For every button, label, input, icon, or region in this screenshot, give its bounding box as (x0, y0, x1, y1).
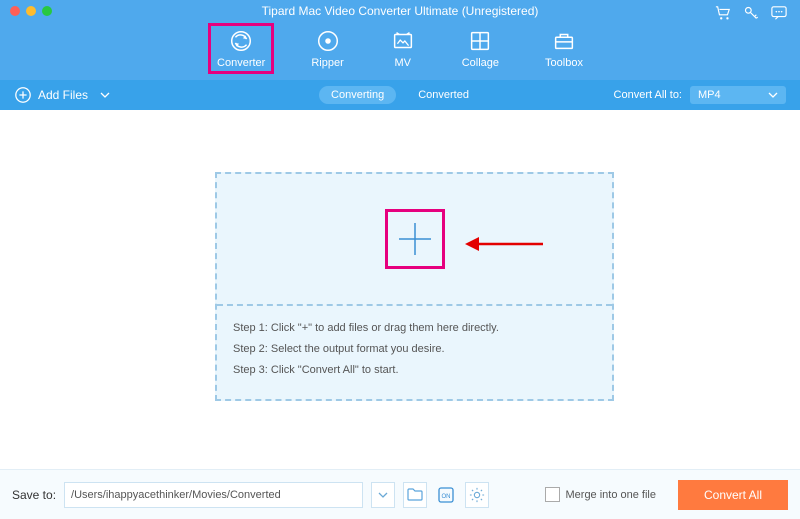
app-header: Tipard Mac Video Converter Ultimate (Unr… (0, 0, 800, 80)
merge-option[interactable]: Merge into one file (545, 487, 657, 502)
output-format-select[interactable]: MP4 (690, 86, 786, 104)
cart-icon[interactable] (714, 4, 732, 22)
app-window: { "window": { "title": "Tipard Mac Video… (0, 0, 800, 519)
gear-icon (469, 487, 485, 503)
save-path-value: /Users/ihappyacethinker/Movies/Converted (71, 489, 281, 501)
window-title: Tipard Mac Video Converter Ultimate (Unr… (0, 4, 800, 18)
convert-all-button[interactable]: Convert All (678, 480, 788, 510)
annotation-arrow (465, 234, 545, 254)
add-files-button[interactable]: Add Files (14, 86, 110, 104)
convert-all-to-label: Convert All to: (614, 89, 682, 101)
open-folder-button[interactable] (403, 482, 427, 508)
merge-checkbox[interactable] (545, 487, 560, 502)
step2-text: Step 2: Select the output format you des… (233, 339, 596, 360)
save-path-dropdown[interactable] (371, 482, 395, 508)
tab-label: Collage (462, 57, 499, 69)
format-value: MP4 (698, 89, 721, 101)
folder-icon (407, 488, 423, 501)
tab-converter[interactable]: Converter (209, 24, 273, 73)
sub-toolbar: Add Files Converting Converted Convert A… (0, 80, 800, 110)
main-area: Step 1: Click "+" to add files or drag t… (0, 110, 800, 470)
dropzone-add-area[interactable] (217, 174, 612, 306)
key-icon[interactable] (742, 4, 760, 22)
tab-toolbox[interactable]: Toolbox (537, 24, 591, 73)
step1-text: Step 1: Click "+" to add files or drag t… (233, 318, 596, 339)
main-tabs: Converter Ripper MV Collage (0, 24, 800, 73)
save-path-field[interactable]: /Users/ihappyacethinker/Movies/Converted (64, 482, 363, 508)
ripper-icon (315, 28, 341, 54)
step3-text: Step 3: Click "Convert All" to start. (233, 360, 596, 381)
gpu-icon: ON (436, 485, 456, 505)
header-actions (714, 4, 788, 22)
add-files-label: Add Files (38, 88, 88, 102)
tab-converting[interactable]: Converting (319, 86, 396, 104)
convert-all-to: Convert All to: MP4 (614, 86, 786, 104)
dropzone-instructions: Step 1: Click "+" to add files or drag t… (217, 306, 612, 393)
plus-icon (393, 217, 437, 261)
chevron-down-icon (378, 492, 388, 498)
chevron-down-icon (768, 92, 778, 98)
plus-circle-icon (14, 86, 32, 104)
chevron-down-icon (100, 92, 110, 98)
tab-mv[interactable]: MV (382, 24, 424, 73)
dropzone[interactable]: Step 1: Click "+" to add files or drag t… (215, 172, 614, 401)
tab-label: MV (394, 57, 411, 69)
tab-collage[interactable]: Collage (454, 24, 507, 73)
tab-label: Converter (217, 57, 265, 69)
merge-label: Merge into one file (566, 489, 657, 501)
add-files-plus[interactable] (385, 209, 445, 269)
footer-bar: Save to: /Users/ihappyacethinker/Movies/… (0, 469, 800, 519)
converter-icon (228, 28, 254, 54)
tab-label: Toolbox (545, 57, 583, 69)
tab-ripper[interactable]: Ripper (303, 24, 351, 73)
save-to-label: Save to: (12, 488, 56, 502)
feedback-icon[interactable] (770, 4, 788, 22)
collage-icon (467, 28, 493, 54)
tab-label: Ripper (311, 57, 343, 69)
settings-button[interactable] (465, 482, 489, 508)
gpu-accel-button[interactable]: ON (435, 483, 457, 507)
svg-text:ON: ON (442, 494, 451, 500)
status-toggle: Converting Converted (319, 80, 481, 110)
tab-converted[interactable]: Converted (406, 86, 481, 104)
mv-icon (390, 28, 416, 54)
toolbox-icon (551, 28, 577, 54)
